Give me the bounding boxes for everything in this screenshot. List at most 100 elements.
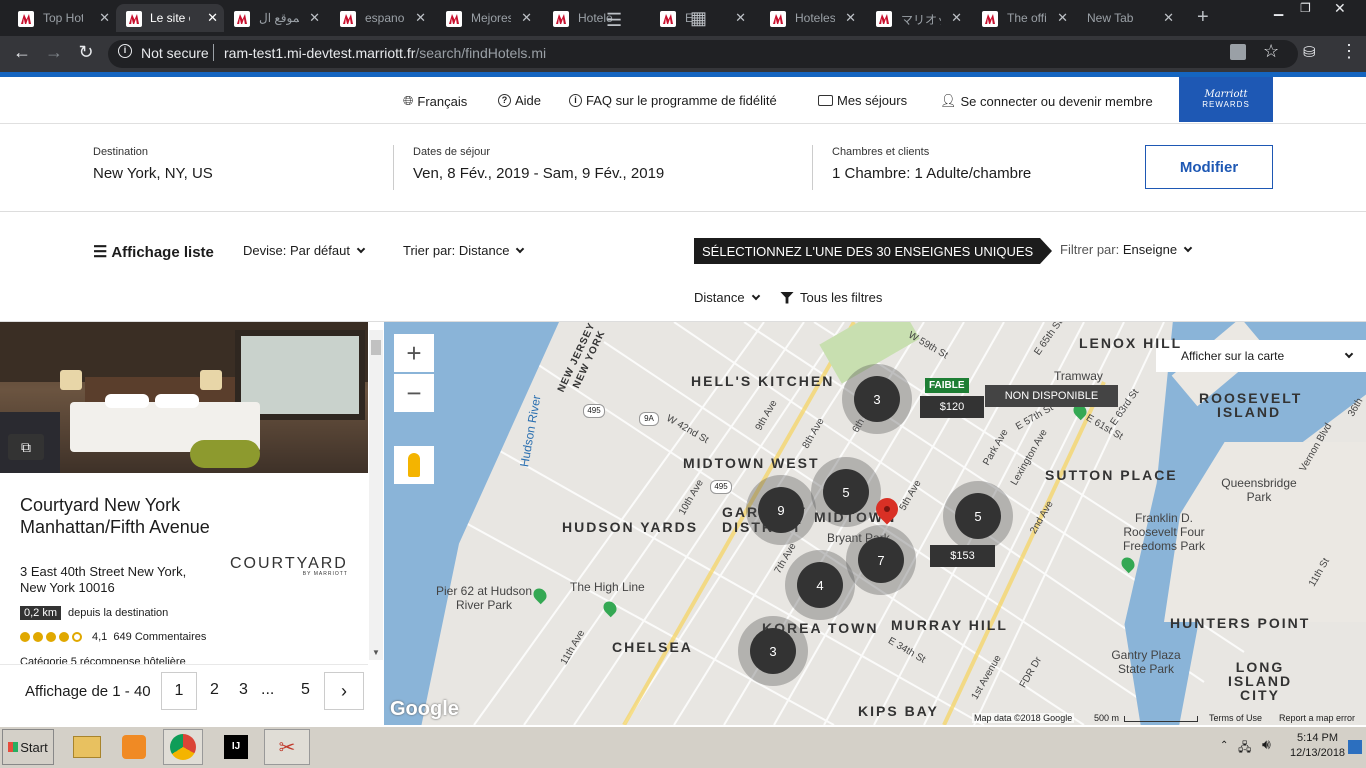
browser-tab[interactable]: Hoteles ✕ xyxy=(752,4,862,32)
rooms-value[interactable]: 1 Chambre: 1 Adulte/chambre xyxy=(832,165,1031,182)
close-tab-icon[interactable]: ✕ xyxy=(951,10,962,26)
back-arrow-icon[interactable]: ← xyxy=(10,42,34,63)
hotel-cluster-marker[interactable]: 3 xyxy=(750,628,796,674)
unavailable-marker[interactable]: NON DISPONIBLE xyxy=(985,385,1118,407)
show-on-map-dropdown[interactable]: Afficher sur la carte xyxy=(1156,340,1366,372)
page-5-link[interactable]: 5 xyxy=(301,681,310,699)
browser-tab[interactable]: Hotele xyxy=(535,4,645,32)
browser-tab[interactable]: espanol ✕ xyxy=(322,4,432,32)
network-icon[interactable]: 🖧︎ xyxy=(1238,738,1251,759)
volume-icon[interactable]: 🔊︎ xyxy=(1262,736,1271,753)
snipping-tool-icon[interactable]: ✂ xyxy=(264,729,310,765)
reload-icon[interactable]: ↻ xyxy=(74,42,98,63)
bookmark-star-icon[interactable]: ☆ xyxy=(1263,41,1279,62)
start-button[interactable]: Start xyxy=(2,729,54,765)
hotel-cluster-marker[interactable]: 9 xyxy=(758,487,804,533)
tray-expand-icon[interactable]: ⌃ xyxy=(1220,740,1228,751)
system-clock[interactable]: 5:14 PM 12/13/2018 xyxy=(1290,731,1345,761)
scrollbar-thumb[interactable] xyxy=(371,340,381,355)
chrome-icon[interactable] xyxy=(163,729,203,765)
hotel-name[interactable]: Courtyard New York Manhattan/Fifth Avenu… xyxy=(20,494,220,538)
gallery-icon[interactable]: ⧉ xyxy=(8,434,44,460)
intellij-icon[interactable]: IJ xyxy=(216,729,256,765)
next-page-button[interactable]: › xyxy=(324,672,364,710)
my-stays-link[interactable]: Mes séjours xyxy=(818,93,907,108)
browser-tab[interactable]: マリオット✕ xyxy=(858,4,968,32)
page-2-link[interactable]: 2 xyxy=(210,681,219,699)
distance-dropdown[interactable]: Distance xyxy=(694,290,760,305)
close-tab-icon[interactable]: ✕ xyxy=(1163,10,1174,26)
map-report-link[interactable]: Report a map error xyxy=(1279,713,1355,723)
list-view-toggle[interactable]: ☰ Affichage liste xyxy=(93,242,214,262)
hotel-cluster-marker[interactable]: 5 xyxy=(955,493,1001,539)
minimize-icon[interactable]: ▁ xyxy=(1274,2,1283,16)
currency-dropdown[interactable]: Devise: Par défaut xyxy=(243,243,366,258)
hotel-cluster-marker[interactable]: 5 xyxy=(823,469,869,515)
restore-icon[interactable]: ❐ xyxy=(1300,1,1311,15)
menu-icon[interactable]: ☰ xyxy=(606,10,622,31)
divider xyxy=(812,145,813,190)
help-label: Aide xyxy=(515,93,542,108)
map-canvas[interactable]: + − Afficher sur la carte LENOX HILL HEL… xyxy=(384,322,1366,725)
map-terms-link[interactable]: Terms of Use xyxy=(1209,713,1262,723)
language-link[interactable]: 🌐︎ Français xyxy=(403,93,467,109)
close-tab-icon[interactable]: ✕ xyxy=(1057,10,1068,26)
map-label-sutton-place: SUTTON PLACE xyxy=(1045,467,1178,483)
close-tab-icon[interactable]: ✕ xyxy=(99,10,110,26)
all-filters-button[interactable]: Tous les filtres xyxy=(780,290,882,305)
rating-summary[interactable]: 4,1 649 Commentaires xyxy=(92,631,206,643)
hotel-cluster-marker[interactable]: 3 xyxy=(854,376,900,422)
browser-tab-active[interactable]: Le site of✕ xyxy=(116,4,224,32)
hotel-photo[interactable]: ⧉ xyxy=(0,322,368,473)
marriott-rewards-logo[interactable]: Marriott REWARDS xyxy=(1179,77,1273,122)
sort-dropdown[interactable]: Trier par: Distance xyxy=(403,243,525,258)
media-player-icon[interactable] xyxy=(114,729,154,765)
help-link[interactable]: ? Aide xyxy=(498,93,541,108)
more-menu-icon[interactable]: ⋮ xyxy=(1340,41,1358,62)
modify-search-button[interactable]: Modifier xyxy=(1145,145,1273,189)
security-label[interactable]: Not secure xyxy=(141,45,209,61)
filter-brand-dropdown[interactable]: Filtrer par: Enseigne xyxy=(1060,242,1193,257)
browser-tab[interactable]: Top Hote✕ xyxy=(0,4,116,32)
show-desktop-icon[interactable] xyxy=(1348,740,1362,754)
close-window-icon[interactable]: ✕ xyxy=(1334,0,1346,17)
info-icon[interactable]: i xyxy=(118,44,132,58)
map-label-hudson-yards: HUDSON YARDS xyxy=(562,519,699,535)
brands-banner[interactable]: SÉLECTIONNEZ L'UNE DES 30 ENSEIGNES UNIQ… xyxy=(694,238,1052,264)
scroll-down-arrow-icon[interactable]: ▼ xyxy=(372,648,380,657)
grid-icon[interactable]: ▦ xyxy=(690,8,707,29)
close-tab-icon[interactable]: ✕ xyxy=(309,10,320,26)
hotel-cluster-marker[interactable]: 4 xyxy=(797,562,843,608)
dates-value[interactable]: Ven, 8 Fév., 2019 - Sam, 9 Fév., 2019 xyxy=(413,165,664,182)
price-marker[interactable]: $120 xyxy=(920,396,984,418)
close-tab-icon[interactable]: ✕ xyxy=(735,10,746,26)
signin-link[interactable]: 👤︎ Se connecter ou devenir membre xyxy=(940,93,1153,109)
page-3-link[interactable]: 3 xyxy=(239,681,248,699)
marriott-favicon-icon xyxy=(234,11,250,27)
new-tab-plus-icon[interactable]: + xyxy=(1197,6,1209,29)
faq-link[interactable]: i FAQ sur le programme de fidélité xyxy=(569,93,777,108)
destination-value[interactable]: New York, NY, US xyxy=(93,165,213,182)
close-tab-icon[interactable]: ✕ xyxy=(845,10,856,26)
zoom-out-button[interactable]: − xyxy=(394,374,434,412)
browser-tab[interactable]: The offic✕ xyxy=(964,4,1074,32)
price-marker[interactable]: $153 xyxy=(930,545,995,567)
browser-tab[interactable]: New Tab ✕ xyxy=(1070,4,1180,32)
file-explorer-icon[interactable] xyxy=(67,729,107,765)
marriott-favicon-icon xyxy=(340,11,356,27)
url-text[interactable]: ram-test1.mi-devtest.marriott.fr/search/… xyxy=(224,45,546,61)
page-1-button[interactable]: 1 xyxy=(161,672,197,710)
forward-arrow-icon[interactable]: → xyxy=(42,42,66,63)
list-scrollbar[interactable] xyxy=(369,330,383,660)
close-tab-icon[interactable]: ✕ xyxy=(415,10,426,26)
browser-tab[interactable]: الموقع ال✕ xyxy=(216,4,326,32)
destination-pin-dot xyxy=(884,506,890,512)
rating-dot-full xyxy=(46,632,56,642)
street-view-pegman-icon[interactable] xyxy=(394,446,434,484)
close-tab-icon[interactable]: ✕ xyxy=(521,10,532,26)
zoom-in-button[interactable]: + xyxy=(394,334,434,372)
translate-icon[interactable] xyxy=(1230,44,1246,60)
extension-icon[interactable]: ⛁ xyxy=(1303,43,1316,61)
hotel-cluster-marker[interactable]: 7 xyxy=(858,537,904,583)
browser-tab[interactable]: Mejores ✕ xyxy=(428,4,538,32)
